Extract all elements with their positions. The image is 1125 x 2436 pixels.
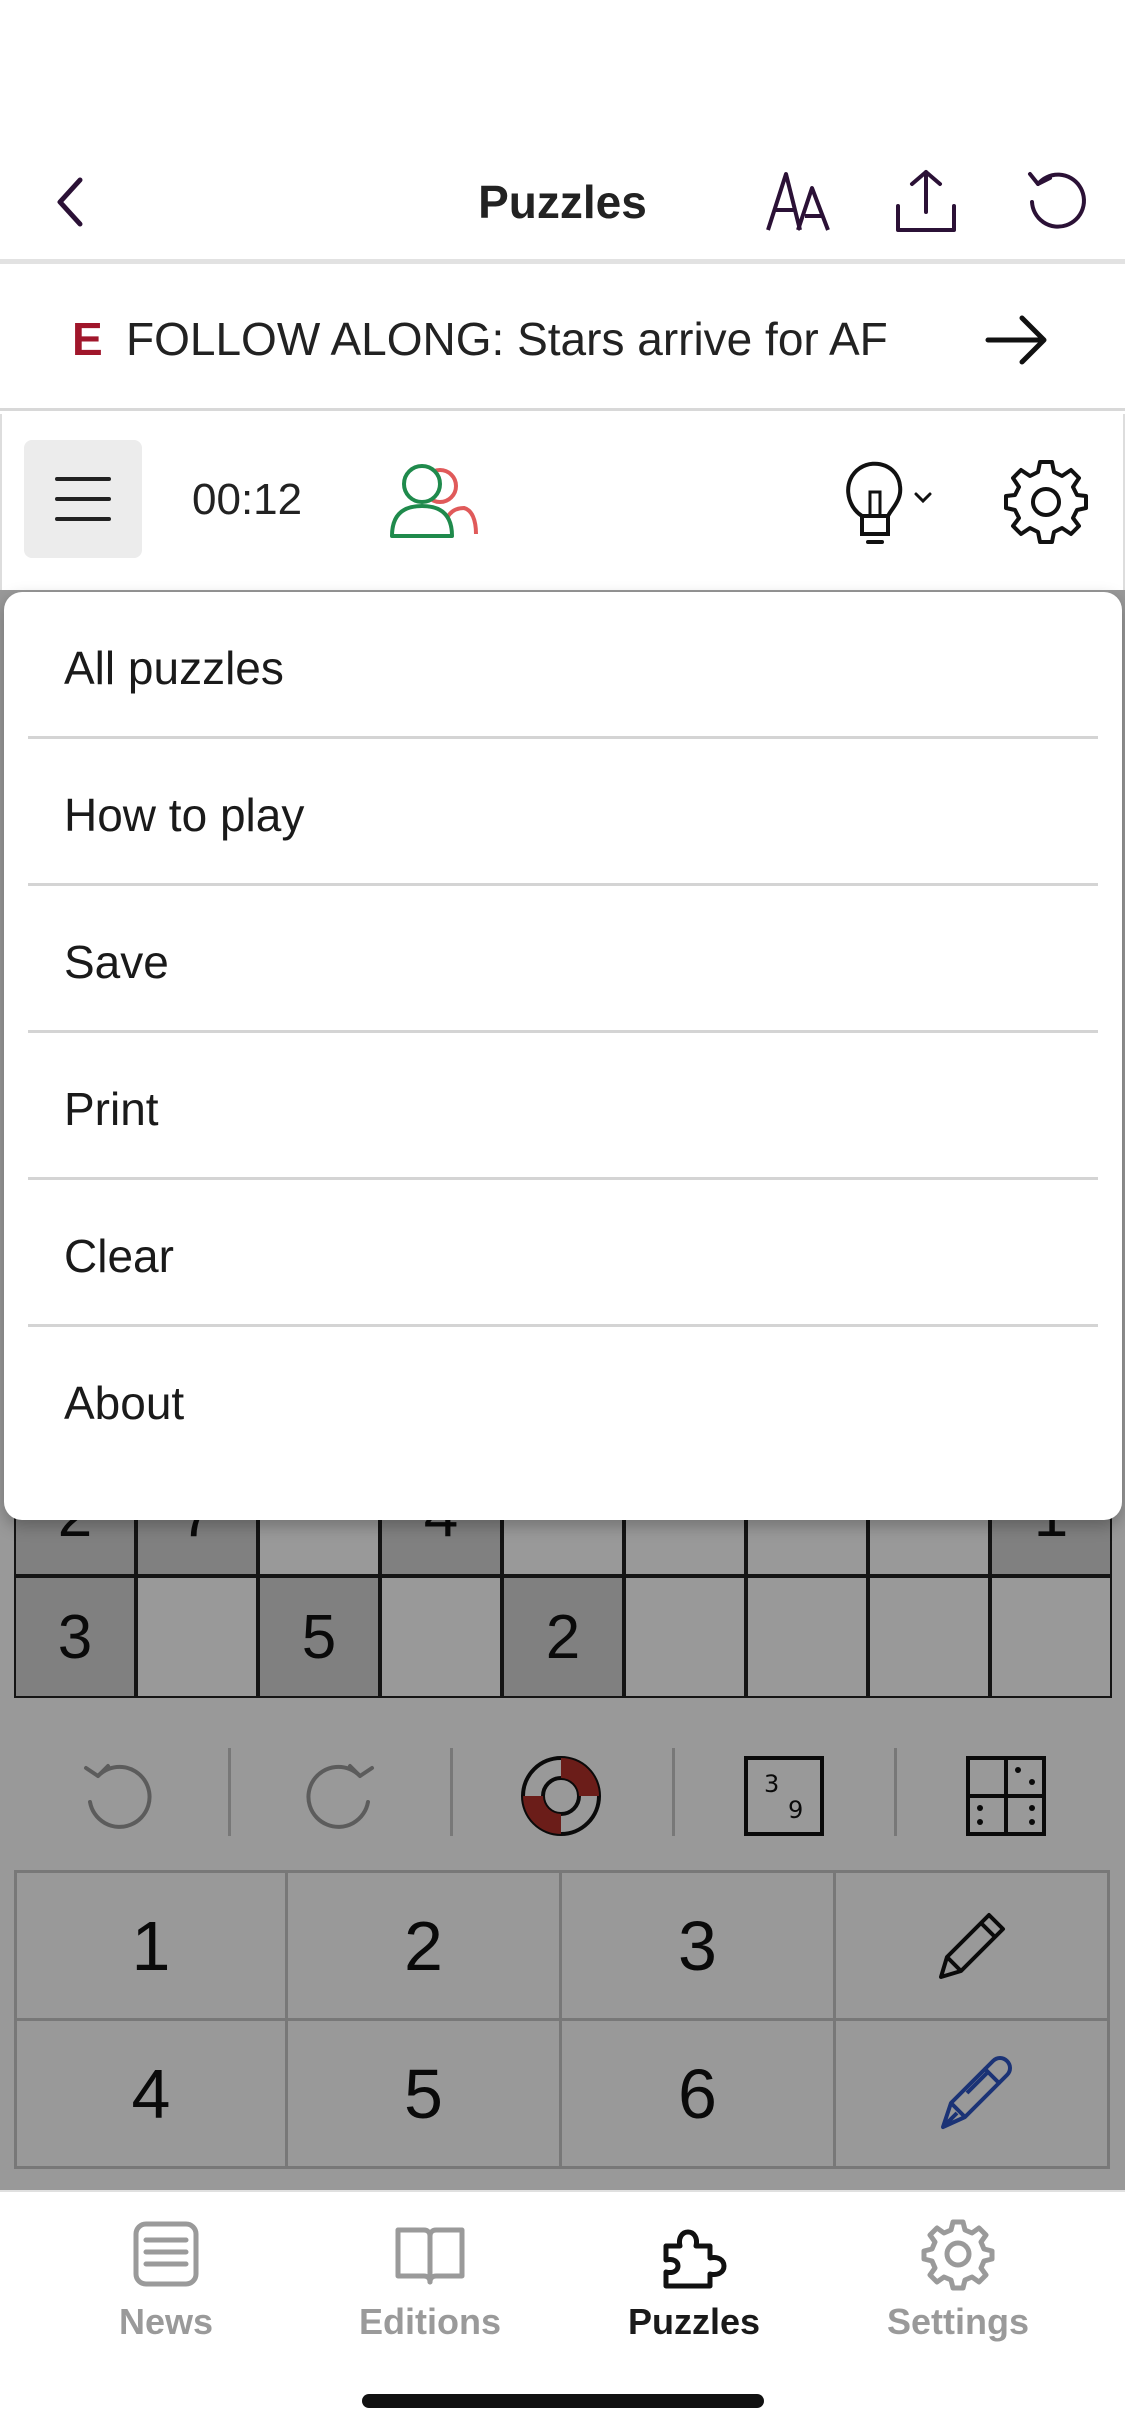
tab-settings[interactable]: Settings: [848, 2210, 1068, 2360]
menu-item-label: How to play: [64, 789, 305, 841]
hamburger-icon: [55, 477, 111, 521]
top-nav-bar: Puzzles: [0, 140, 1125, 264]
tab-label: Editions: [359, 2301, 501, 2342]
share-icon[interactable]: [884, 160, 968, 244]
status-bar: [0, 0, 1125, 140]
text-size-icon[interactable]: [756, 160, 840, 244]
menu-item-all-puzzles[interactable]: All puzzles: [4, 592, 1122, 739]
tab-news[interactable]: News: [56, 2210, 276, 2360]
ticker-headline[interactable]: FOLLOW ALONG: Stars arrive for AF: [126, 309, 966, 369]
menu-item-about[interactable]: About: [4, 1327, 1122, 1474]
timer: 00:12: [192, 475, 303, 524]
news-icon: [128, 2216, 204, 2292]
news-ticker[interactable]: E FOLLOW ALONG: Stars arrive for AF: [0, 269, 1125, 411]
menu-item-how-to-play[interactable]: How to play: [4, 739, 1122, 886]
arrow-right-icon[interactable]: [982, 305, 1052, 375]
tab-label: Puzzles: [627, 2301, 761, 2342]
puzzle-toolbar: 00:12: [0, 414, 1125, 590]
menu-item-label: Print: [64, 1083, 159, 1135]
puzzle-menu-dropdown: All puzzles How to play Save Print Clear…: [4, 592, 1122, 1520]
home-indicator: [362, 2394, 764, 2408]
menu-button[interactable]: [24, 440, 142, 558]
menu-item-label: Clear: [64, 1230, 174, 1282]
menu-item-clear[interactable]: Clear: [4, 1180, 1122, 1327]
tab-editions[interactable]: Editions: [320, 2210, 540, 2360]
gear-icon: [920, 2216, 996, 2292]
puzzle-piece-icon: [656, 2216, 732, 2292]
menu-item-label: All puzzles: [64, 642, 284, 694]
menu-item-label: Save: [64, 936, 169, 988]
book-icon: [392, 2216, 468, 2292]
tab-label: Settings: [886, 2301, 1029, 2342]
tab-puzzles[interactable]: Puzzles: [584, 2210, 804, 2360]
settings-gear-icon[interactable]: [1002, 458, 1090, 546]
hint-lightbulb-icon[interactable]: [832, 452, 942, 552]
menu-item-label: About: [64, 1377, 185, 1429]
menu-item-print[interactable]: Print: [4, 1033, 1122, 1180]
refresh-icon[interactable]: [1016, 160, 1100, 244]
collaborators-icon[interactable]: [388, 458, 478, 544]
tab-label: News: [118, 2301, 214, 2342]
menu-item-save[interactable]: Save: [4, 886, 1122, 1033]
ticker-badge: E: [72, 313, 103, 365]
